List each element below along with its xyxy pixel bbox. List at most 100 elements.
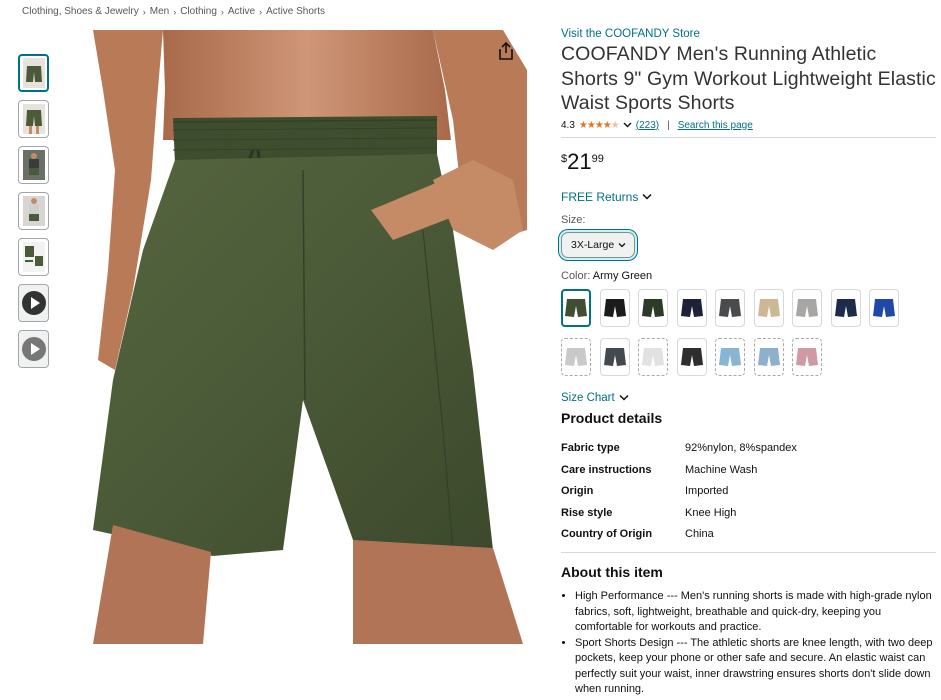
color-swatches — [561, 288, 936, 376]
color-label: Color: — [561, 269, 591, 282]
color-swatch[interactable] — [753, 288, 784, 327]
color-swatch[interactable] — [599, 337, 630, 376]
free-returns-label: FREE Returns — [561, 189, 639, 204]
color-swatch[interactable] — [599, 288, 630, 327]
breadcrumb-item[interactable]: Clothing — [180, 6, 217, 17]
breadcrumb-separator: › — [259, 6, 263, 17]
thumbnail-5[interactable] — [18, 238, 49, 276]
color-swatch[interactable] — [869, 288, 899, 327]
shorts-swatch-image — [565, 347, 587, 366]
about-title: About this item — [561, 564, 663, 580]
color-swatch[interactable] — [715, 337, 745, 376]
shorts-swatch-image — [565, 298, 587, 317]
detail-key: Care instructions — [561, 463, 652, 476]
shorts-swatch-image — [680, 347, 703, 366]
shorts-thumbnail-image — [22, 104, 45, 134]
breadcrumb-item[interactable]: Clothing, Shoes & Jewelry — [22, 6, 139, 17]
video-thumbnail-2[interactable] — [18, 330, 49, 368]
search-page-link[interactable]: Search this page — [678, 120, 753, 131]
color-swatch[interactable] — [561, 337, 591, 376]
product-title: COOFANDY Men's Running Athletic Shorts 9… — [561, 43, 936, 114]
color-row: Color: Army Green — [561, 270, 936, 282]
color-swatch[interactable] — [638, 337, 668, 376]
share-button[interactable] — [495, 40, 517, 62]
chevron-down-icon[interactable] — [623, 122, 632, 128]
about-bullet: High Performance --- Men's running short… — [575, 589, 936, 636]
thumbnail-2[interactable] — [18, 100, 49, 138]
shorts-swatch-image — [719, 347, 741, 366]
breadcrumb-item[interactable]: Active — [228, 6, 255, 17]
color-swatch[interactable] — [830, 288, 861, 327]
thumbnail-4[interactable] — [18, 192, 49, 230]
shorts-swatch-image — [757, 347, 780, 366]
color-swatch[interactable] — [676, 337, 707, 376]
lifestyle-thumbnail-image — [22, 150, 45, 180]
price: $ 21 99 — [561, 148, 936, 174]
shorts-swatch-image — [642, 298, 664, 317]
color-swatch[interactable] — [638, 288, 668, 327]
detail-key: Country of Origin — [561, 528, 653, 541]
free-returns-link[interactable]: FREE Returns — [561, 190, 936, 204]
breadcrumb-separator: › — [142, 6, 146, 17]
shorts-swatch-image — [796, 298, 818, 317]
size-dropdown[interactable]: 3X-Large — [561, 231, 635, 258]
breadcrumb-item[interactable]: Active Shorts — [266, 6, 325, 17]
breadcrumb-separator: › — [173, 6, 177, 17]
shorts-swatch-image — [642, 347, 664, 366]
main-product-image[interactable] — [53, 30, 527, 644]
shorts-swatch-image — [834, 298, 857, 317]
star-rating-icon[interactable]: ★★★★★ — [579, 120, 620, 131]
breadcrumb-item[interactable]: Men — [150, 6, 169, 17]
price-fraction: 99 — [591, 152, 604, 165]
detail-row: Country of Origin China — [561, 524, 797, 546]
product-details-table: Fabric type 92%nylon, 8%spandex Care inst… — [561, 438, 797, 546]
play-icon — [21, 337, 46, 361]
size-selected-value: 3X-Large — [571, 238, 615, 251]
size-label: Size: — [561, 213, 586, 226]
price-whole: 21 — [567, 148, 592, 174]
image-thumbnails — [18, 54, 50, 368]
size-chart-link[interactable]: Size Chart — [561, 392, 936, 404]
shorts-swatch-image — [603, 298, 626, 317]
detail-row: Fabric type 92%nylon, 8%spandex — [561, 438, 797, 460]
color-swatch[interactable] — [792, 288, 822, 327]
color-swatch[interactable] — [753, 337, 784, 376]
detail-row: Rise style Knee High — [561, 502, 797, 524]
store-link[interactable]: Visit the COOFANDY Store — [561, 28, 936, 40]
color-swatch[interactable] — [792, 337, 822, 376]
product-details-title: Product details — [561, 409, 663, 426]
shorts-swatch-image — [757, 298, 780, 317]
play-icon — [21, 291, 46, 315]
size-chart-label: Size Chart — [561, 391, 615, 404]
video-thumbnail-1[interactable] — [18, 284, 49, 322]
color-swatch[interactable] — [561, 288, 591, 327]
color-swatch[interactable] — [715, 288, 745, 327]
breadcrumb-separator: › — [220, 6, 224, 17]
detail-row: Origin Imported — [561, 481, 797, 503]
detail-value: Knee High — [685, 506, 737, 519]
share-icon — [499, 42, 513, 60]
chevron-down-icon — [642, 193, 652, 200]
divider — [561, 552, 936, 553]
thumbnail-1[interactable] — [18, 54, 49, 92]
shorts-swatch-image — [873, 298, 895, 317]
detail-value: Machine Wash — [685, 463, 758, 476]
infographic-thumbnail-image — [22, 242, 45, 272]
about-bullets: High Performance --- Men's running short… — [561, 589, 936, 698]
detail-value: China — [685, 528, 714, 541]
detail-row: Care instructions Machine Wash — [561, 459, 797, 481]
detail-value: Imported — [685, 485, 729, 498]
detail-key: Rise style — [561, 506, 613, 519]
divider: | — [667, 119, 670, 131]
chevron-down-icon — [618, 242, 626, 247]
color-swatch[interactable] — [676, 288, 707, 327]
product-photo-shorts — [53, 30, 527, 644]
rating-count-link[interactable]: (223) — [636, 120, 659, 131]
shorts-swatch-image — [603, 347, 626, 366]
shorts-thumbnail-image — [22, 58, 45, 88]
chevron-down-icon — [619, 394, 629, 401]
breadcrumb: Clothing, Shoes & Jewelry › Men › Clothi… — [22, 6, 325, 17]
thumbnail-3[interactable] — [18, 146, 49, 184]
shorts-swatch-image — [680, 298, 703, 317]
detail-key: Fabric type — [561, 442, 620, 455]
